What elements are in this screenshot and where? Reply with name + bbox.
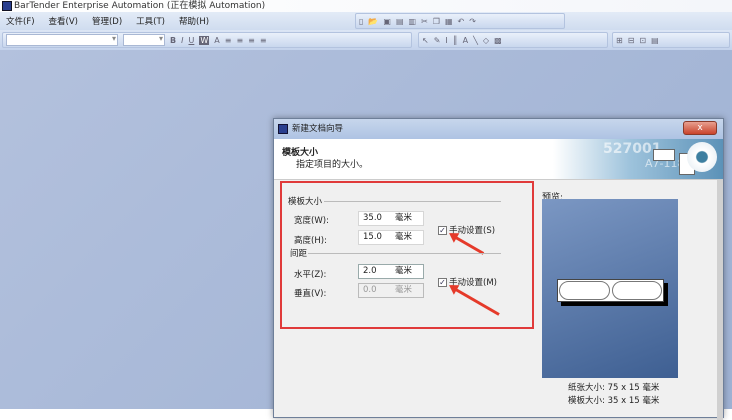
dialog-title: 新建文档向导 bbox=[292, 124, 344, 134]
new-document-wizard-dialog: 新建文档向导 x 模板大小 指定项目的大小。 527001 A7-118 模板大小… bbox=[273, 118, 724, 420]
new-icon[interactable]: ▯ bbox=[359, 17, 363, 26]
horizontal-input[interactable]: 2.0 毫米 bbox=[358, 264, 424, 279]
vertical-unit: 毫米 bbox=[395, 285, 413, 295]
height-label: 高度(H): bbox=[294, 236, 327, 246]
redo-icon[interactable]: ↷ bbox=[469, 17, 476, 26]
print-icon[interactable]: ▥ bbox=[409, 17, 417, 26]
align-right-icon[interactable]: ≡ bbox=[248, 36, 255, 45]
bartender-icon bbox=[278, 124, 288, 134]
menu-view[interactable]: 查看(V) bbox=[49, 15, 78, 27]
dialog-title-bar: 新建文档向导 x bbox=[274, 119, 723, 139]
template-size-group-label: 模板大小 bbox=[288, 197, 323, 207]
text-icon[interactable]: A bbox=[463, 36, 468, 45]
bold-button[interactable]: B bbox=[170, 36, 176, 45]
align-center-icon[interactable]: ≡ bbox=[236, 36, 243, 45]
font-name-combo[interactable] bbox=[6, 34, 118, 46]
paste-icon[interactable]: ▦ bbox=[445, 17, 453, 26]
image-icon[interactable]: ▩ bbox=[494, 36, 502, 45]
app-title: BarTender Enterprise Automation (正在模拟 Au… bbox=[14, 1, 266, 11]
menu-manage[interactable]: 管理(D) bbox=[92, 15, 122, 27]
order-icon[interactable]: ▤ bbox=[651, 36, 659, 45]
open-icon[interactable]: 📂 bbox=[368, 17, 378, 26]
format-toolbar-row: B I U W A ≡ ≡ ≡ ≡ ↖ ✎ I ║ A ╲ ◇ ▩ ⊞ ⊟ ⊡ ▤ bbox=[0, 30, 732, 50]
spacing-group-label: 间距 bbox=[290, 249, 308, 259]
label-preview bbox=[611, 281, 662, 300]
header-banner-image: 527001 A7-118 bbox=[553, 139, 723, 179]
width-label: 宽度(W): bbox=[294, 216, 329, 226]
template-size-text: 模板大小: 35 x 15 毫米 bbox=[568, 396, 660, 406]
font-color-button[interactable]: A bbox=[214, 36, 219, 45]
horizontal-value: 2.0 bbox=[363, 266, 377, 276]
width-input[interactable]: 35.0 毫米 bbox=[358, 211, 424, 226]
checkbox-checked-icon: ✓ bbox=[438, 277, 447, 287]
bartender-app-icon bbox=[2, 1, 12, 11]
standard-toolbar: ▯ 📂 ▣ ▤ ▥ ✂ ❐ ▦ ↶ ↷ bbox=[355, 13, 565, 29]
height-unit: 毫米 bbox=[395, 232, 413, 242]
menu-tools[interactable]: 工具(T) bbox=[136, 15, 165, 27]
arrange-toolbar: ⊞ ⊟ ⊡ ▤ bbox=[612, 32, 730, 48]
pen-icon[interactable]: ✎ bbox=[434, 36, 441, 45]
width-unit: 毫米 bbox=[395, 213, 413, 223]
close-button[interactable]: x bbox=[683, 121, 717, 135]
align-icon[interactable]: ⊞ bbox=[616, 36, 623, 45]
justify-icon[interactable]: ≡ bbox=[260, 36, 267, 45]
height-input[interactable]: 15.0 毫米 bbox=[358, 230, 424, 245]
italic-button[interactable]: I bbox=[181, 36, 183, 45]
group-divider bbox=[308, 253, 501, 254]
disc-icon bbox=[687, 142, 717, 172]
vertical-label: 垂直(V): bbox=[294, 289, 327, 299]
cut-icon[interactable]: ✂ bbox=[421, 17, 428, 26]
paper-size-text: 纸张大小: 75 x 15 毫米 bbox=[568, 383, 660, 393]
print-preview-icon[interactable]: ▤ bbox=[396, 17, 404, 26]
distribute-icon[interactable]: ⊟ bbox=[628, 36, 635, 45]
header-subtitle: 指定项目的大小。 bbox=[296, 160, 369, 170]
font-size-combo[interactable] bbox=[123, 34, 165, 46]
label-preview-strip bbox=[557, 279, 664, 302]
horizontal-label: 水平(Z): bbox=[294, 270, 327, 280]
word-wrap-button[interactable]: W bbox=[199, 35, 210, 45]
checkbox-checked-icon: ✓ bbox=[438, 225, 447, 235]
preview-panel bbox=[542, 199, 678, 378]
menu-file[interactable]: 文件(F) bbox=[6, 15, 35, 27]
align-left-icon[interactable]: ≡ bbox=[225, 36, 232, 45]
group-divider bbox=[324, 201, 501, 202]
copy-icon[interactable]: ❐ bbox=[433, 17, 440, 26]
manual-size-checkbox[interactable]: ✓ 手动设置(S) bbox=[438, 224, 495, 236]
height-value: 15.0 bbox=[363, 232, 382, 242]
wizard-header: 模板大小 指定项目的大小。 527001 A7-118 bbox=[274, 139, 723, 180]
width-value: 35.0 bbox=[363, 213, 382, 223]
menu-help[interactable]: 帮助(H) bbox=[179, 15, 209, 27]
app-title-bar: BarTender Enterprise Automation (正在模拟 Au… bbox=[0, 0, 732, 12]
vertical-value: 0.0 bbox=[363, 285, 377, 295]
scrollbar[interactable] bbox=[717, 180, 723, 420]
text-cursor-icon[interactable]: I bbox=[445, 36, 447, 45]
format-toolbar: B I U W A ≡ ≡ ≡ ≡ bbox=[2, 32, 412, 48]
horizontal-unit: 毫米 bbox=[395, 266, 413, 276]
save-icon[interactable]: ▣ bbox=[383, 17, 391, 26]
pointer-icon[interactable]: ↖ bbox=[422, 36, 429, 45]
drawing-toolbar: ↖ ✎ I ║ A ╲ ◇ ▩ bbox=[418, 32, 608, 48]
label-preview bbox=[559, 281, 610, 300]
group-icon[interactable]: ⊡ bbox=[639, 36, 646, 45]
vertical-input[interactable]: 0.0 毫米 bbox=[358, 283, 424, 298]
barcode-label-icon bbox=[653, 149, 675, 161]
underline-button[interactable]: U bbox=[188, 36, 194, 45]
shape-icon[interactable]: ◇ bbox=[483, 36, 489, 45]
undo-icon[interactable]: ↶ bbox=[458, 17, 465, 26]
barcode-icon[interactable]: ║ bbox=[453, 36, 458, 45]
line-icon[interactable]: ╲ bbox=[473, 36, 478, 45]
